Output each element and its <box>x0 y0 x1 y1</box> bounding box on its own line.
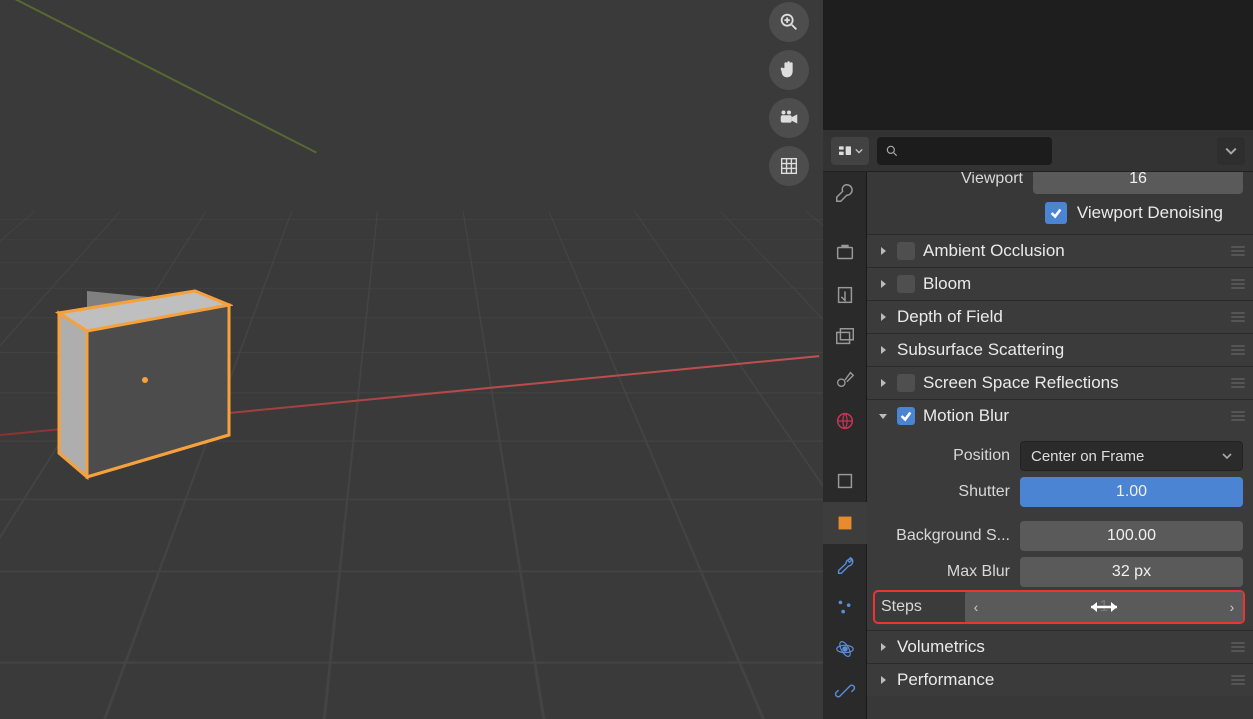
tab-modifiers[interactable] <box>823 544 867 586</box>
drag-handle-icon[interactable] <box>1231 642 1245 652</box>
section-performance[interactable]: Performance <box>867 664 1253 696</box>
section-subsurface[interactable]: Subsurface Scattering <box>867 334 1253 366</box>
chevron-right-icon <box>877 377 889 389</box>
viewport-3d[interactable] <box>0 0 823 719</box>
perspective-icon[interactable] <box>769 146 809 186</box>
label-position: Position <box>875 447 1010 465</box>
zoom-icon[interactable] <box>769 2 809 42</box>
label-steps: Steps <box>875 598 955 616</box>
chevron-right-icon <box>877 641 889 653</box>
pan-icon[interactable] <box>769 50 809 90</box>
steps-increment[interactable]: › <box>1221 592 1243 622</box>
properties-panel: Viewport 16 Viewport Denoising Ambient O… <box>823 0 1253 719</box>
tab-output[interactable] <box>823 274 867 316</box>
tab-physics[interactable] <box>823 628 867 670</box>
tab-scene[interactable] <box>823 358 867 400</box>
options-dropdown[interactable] <box>1217 137 1245 165</box>
steps-decrement[interactable]: ‹ <box>965 592 987 622</box>
section-motion-blur[interactable]: Motion Blur <box>867 400 1253 432</box>
label-bg-separation: Background S... <box>875 527 1010 545</box>
label-viewport-denoising: Viewport Denoising <box>1077 203 1223 223</box>
motion-blur-checkbox[interactable] <box>897 407 915 425</box>
ssr-checkbox[interactable] <box>897 374 915 392</box>
shutter-field[interactable]: 1.00 <box>1020 477 1243 507</box>
drag-handle-icon[interactable] <box>1231 312 1245 322</box>
tab-constraints[interactable] <box>823 670 867 712</box>
label-viewport-samples: Viewport <box>927 172 1023 188</box>
viewport-samples-field[interactable]: 16 <box>1033 172 1243 194</box>
chevron-right-icon <box>877 245 889 257</box>
drag-handle-icon[interactable] <box>1231 675 1245 685</box>
viewport-denoising-checkbox[interactable] <box>1045 202 1067 224</box>
section-volumetrics[interactable]: Volumetrics <box>867 631 1253 663</box>
camera-view-icon[interactable] <box>769 98 809 138</box>
tab-render[interactable] <box>823 232 867 274</box>
search-input[interactable] <box>877 137 1052 165</box>
render-properties: Viewport 16 Viewport Denoising Ambient O… <box>867 172 1253 719</box>
tab-object[interactable] <box>823 460 867 502</box>
cube-object[interactable] <box>55 285 233 483</box>
chevron-right-icon <box>877 311 889 323</box>
search-field[interactable] <box>905 143 1044 159</box>
section-bloom[interactable]: Bloom <box>867 268 1253 300</box>
steps-value[interactable]: 1 <box>987 598 1221 616</box>
vertical-tabs <box>823 172 867 719</box>
label-shutter: Shutter <box>875 483 1010 501</box>
tab-world[interactable] <box>823 400 867 442</box>
tab-tool[interactable] <box>823 172 867 214</box>
chevron-right-icon <box>877 674 889 686</box>
tab-viewlayer[interactable] <box>823 316 867 358</box>
properties-header <box>823 130 1253 172</box>
section-ambient-occlusion[interactable]: Ambient Occlusion <box>867 235 1253 267</box>
section-ssr[interactable]: Screen Space Reflections <box>867 367 1253 399</box>
drag-handle-icon[interactable] <box>1231 246 1245 256</box>
tab-object-data[interactable] <box>823 502 867 544</box>
drag-handle-icon[interactable] <box>1231 279 1245 289</box>
ambient-occlusion-checkbox[interactable] <box>897 242 915 260</box>
drag-handle-icon[interactable] <box>1231 411 1245 421</box>
tab-particles[interactable] <box>823 586 867 628</box>
top-header-region <box>823 0 1253 130</box>
chevron-right-icon <box>877 278 889 290</box>
position-dropdown[interactable]: Center on Frame <box>1020 441 1243 471</box>
steps-stepper[interactable]: ‹ 1 › <box>965 592 1243 622</box>
axis-y <box>0 0 317 153</box>
bg-separation-field[interactable]: 100.00 <box>1020 521 1243 551</box>
section-depth-of-field[interactable]: Depth of Field <box>867 301 1253 333</box>
label-max-blur: Max Blur <box>875 563 1010 581</box>
bloom-checkbox[interactable] <box>897 275 915 293</box>
drag-handle-icon[interactable] <box>1231 345 1245 355</box>
chevron-down-icon <box>877 410 889 422</box>
display-mode-button[interactable] <box>831 137 869 165</box>
max-blur-field[interactable]: 32 px <box>1020 557 1243 587</box>
chevron-right-icon <box>877 344 889 356</box>
drag-handle-icon[interactable] <box>1231 378 1245 388</box>
